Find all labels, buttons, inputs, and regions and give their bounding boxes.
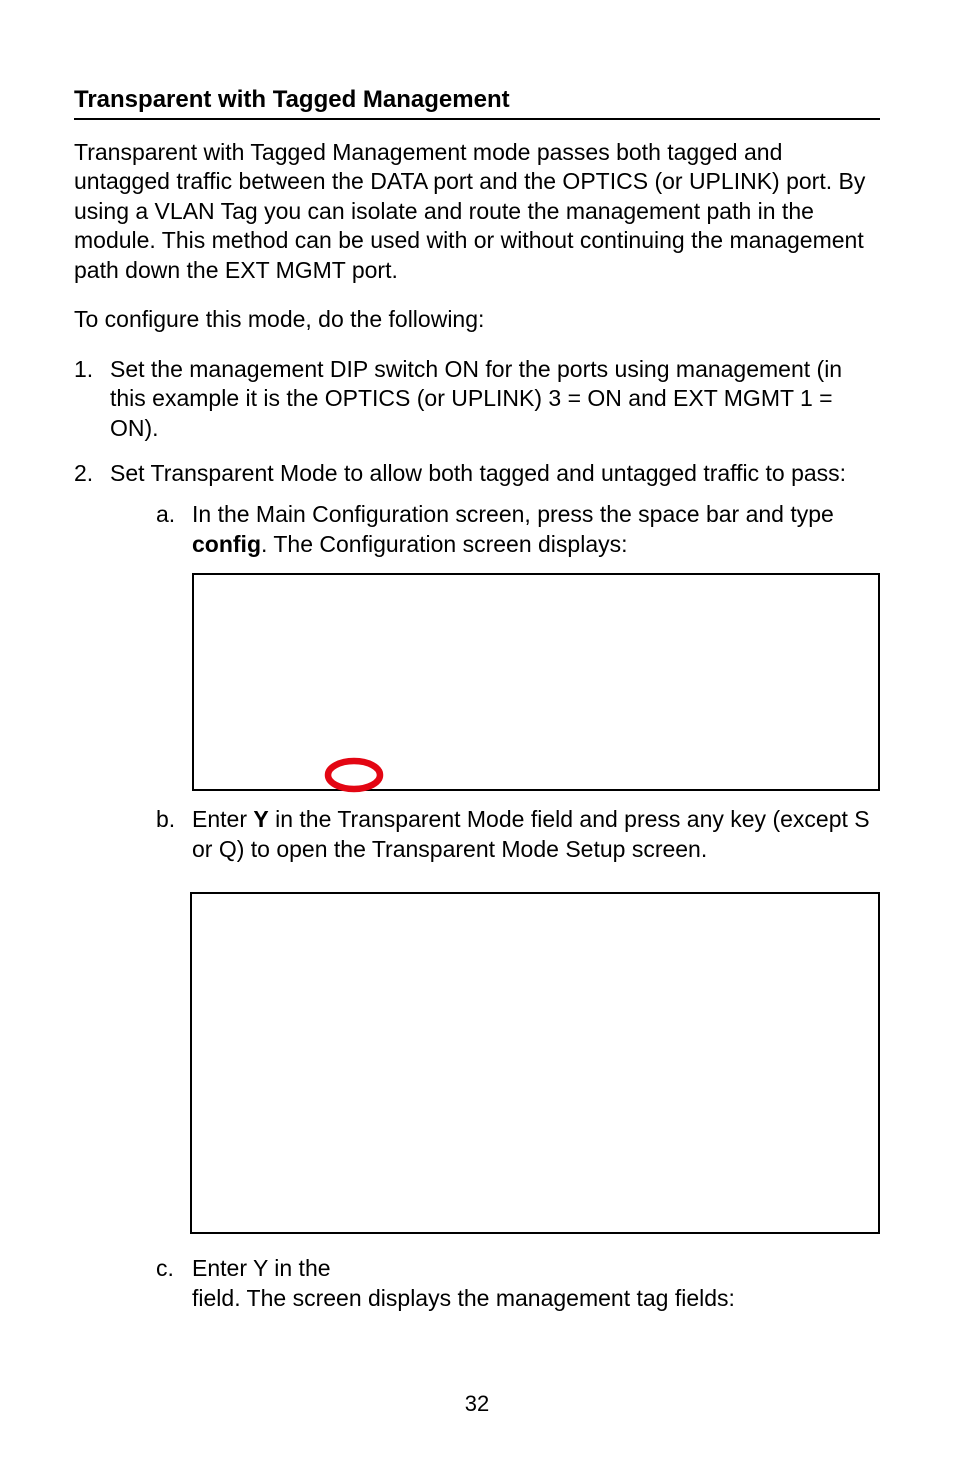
config-screen-placeholder (192, 573, 880, 791)
step-2b-bold: Y (253, 806, 268, 832)
step-2-number: 2. (74, 459, 93, 488)
step-2b-number: b. (156, 805, 175, 834)
step-2a-post: . The Configuration screen displays: (261, 531, 628, 557)
highlight-oval-icon (324, 757, 384, 793)
step-2c: c. Enter Y in the field. The screen disp… (156, 1254, 880, 1313)
step-2c-number: c. (156, 1254, 174, 1283)
step-2c-line2: field. The screen displays the managemen… (192, 1285, 735, 1311)
step-1-number: 1. (74, 355, 93, 384)
section-heading: Transparent with Tagged Management (74, 86, 880, 120)
step-2a: a. In the Main Configuration screen, pre… (156, 500, 880, 791)
step-1: 1. Set the management DIP switch ON for … (74, 355, 880, 443)
intro-paragraph: Transparent with Tagged Management mode … (74, 138, 880, 285)
step-2a-pre: In the Main Configuration screen, press … (192, 501, 834, 527)
step-2a-bold: config (192, 531, 261, 557)
step-2: 2. Set Transparent Mode to allow both ta… (74, 459, 880, 1313)
step-2-text: Set Transparent Mode to allow both tagge… (110, 460, 846, 486)
step-1-text: Set the management DIP switch ON for the… (110, 356, 842, 441)
transparent-mode-screen-placeholder (190, 892, 880, 1234)
step-2b: b. Enter Y in the Transparent Mode field… (156, 805, 880, 1234)
lead-paragraph: To configure this mode, do the following… (74, 305, 880, 334)
step-2c-line1: Enter Y in the (192, 1255, 331, 1281)
step-2a-number: a. (156, 500, 175, 529)
step-2b-post: in the Transparent Mode field and press … (192, 806, 870, 861)
step-2b-pre: Enter (192, 806, 253, 832)
page-number: 32 (0, 1391, 954, 1417)
